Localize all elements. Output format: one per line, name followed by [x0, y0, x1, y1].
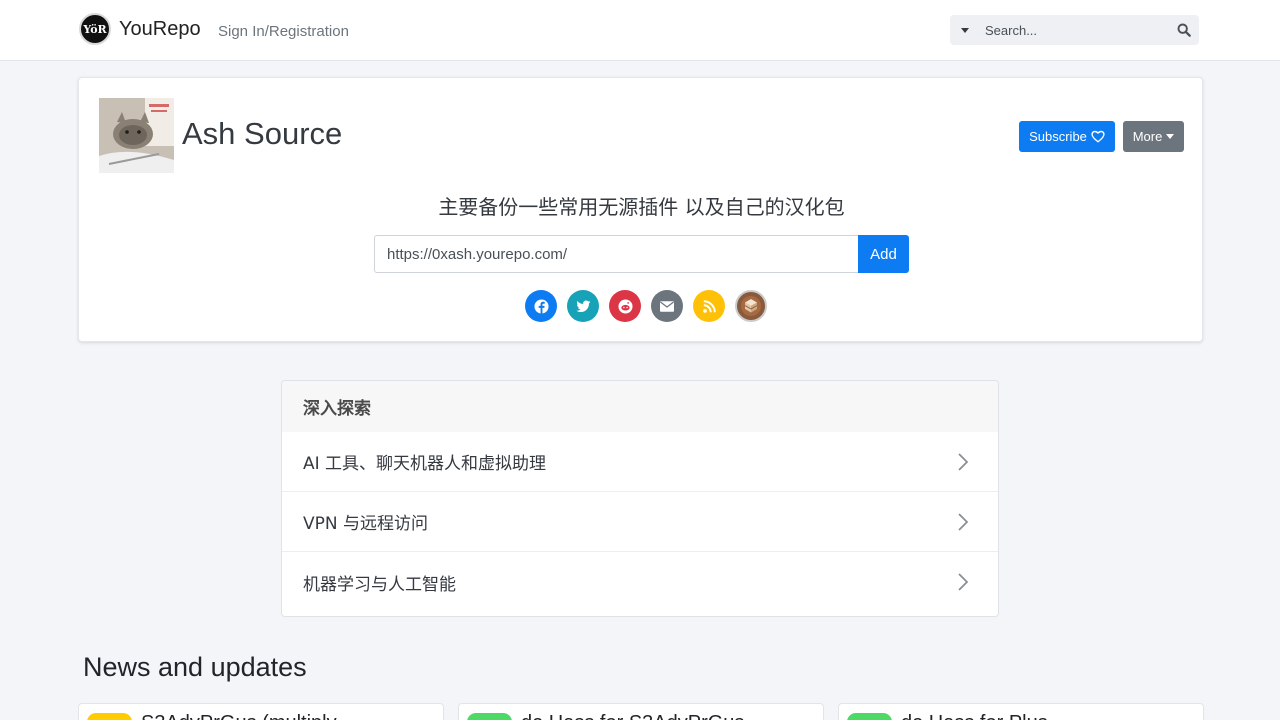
news-section-title: News and updates — [83, 652, 307, 682]
email-share-button[interactable] — [651, 290, 683, 322]
news-card[interactable]: de Hass for S3AdvPrGus — [458, 703, 824, 720]
rss-icon — [702, 299, 716, 313]
search-icon — [1177, 23, 1191, 37]
more-dropdown-button[interactable]: More — [1123, 121, 1184, 152]
reddit-share-button[interactable] — [609, 290, 641, 322]
rss-feed-button[interactable] — [693, 290, 725, 322]
repo-title: Ash Source — [182, 116, 343, 151]
explore-item-label: VPN 与远程访问 — [303, 514, 429, 534]
package-icon — [847, 713, 892, 720]
news-card-title: de Hass for Plus — [901, 712, 1048, 720]
facebook-share-button[interactable] — [525, 290, 557, 322]
caret-down-icon — [961, 27, 969, 33]
explore-item-ai-tools[interactable]: AI 工具、聊天机器人和虚拟助理 — [282, 432, 998, 492]
twitter-share-button[interactable] — [567, 290, 599, 322]
cydia-icon — [741, 296, 761, 316]
search-filter-dropdown[interactable] — [950, 15, 980, 45]
explore-item-label: 机器学习与人工智能 — [303, 574, 456, 595]
brand-name: YouRepo — [119, 17, 201, 40]
share-buttons — [525, 290, 767, 322]
reddit-icon — [617, 298, 633, 314]
envelope-icon — [660, 300, 674, 312]
chevron-right-icon — [958, 573, 968, 591]
more-label: More — [1132, 129, 1163, 144]
heart-icon — [1091, 130, 1105, 143]
signin-link[interactable]: Sign In/Registration — [218, 23, 349, 40]
caret-down-icon — [1166, 134, 1175, 139]
repo-description: 主要备份一些常用无源插件 以及自己的汉化包 — [438, 195, 845, 219]
chevron-right-icon — [958, 512, 968, 531]
add-to-cydia-button[interactable] — [735, 290, 767, 322]
subscribe-button[interactable]: Subscribe — [1019, 121, 1115, 152]
repo-avatar — [99, 98, 174, 173]
search-input[interactable] — [980, 15, 1169, 45]
subscribe-label: Subscribe — [1029, 129, 1087, 144]
brand-link[interactable]: YöR YouRepo — [79, 13, 201, 45]
explore-card: 深入探索 AI 工具、聊天机器人和虚拟助理 VPN 与远程访问 机器学习与人工智… — [281, 380, 999, 617]
repo-url-field[interactable] — [374, 235, 858, 273]
search-button[interactable] — [1169, 15, 1199, 45]
package-icon — [87, 713, 132, 720]
add-repo-button[interactable]: Add — [858, 235, 909, 273]
repo-header-card: Ash Source Subscribe More 主要备份一些常用无源插件 以… — [78, 77, 1203, 342]
explore-header: 深入探索 — [282, 381, 998, 432]
explore-item-vpn[interactable]: VPN 与远程访问 — [282, 492, 998, 552]
top-navbar: YöR YouRepo Sign In/Registration — [0, 0, 1280, 61]
news-card-title: S3AdvPrGus (multiply — [141, 712, 337, 720]
chevron-right-icon — [958, 452, 968, 471]
search-group — [950, 15, 1199, 45]
news-card[interactable]: S3AdvPrGus (multiply — [78, 703, 444, 720]
twitter-icon — [575, 300, 590, 312]
facebook-icon — [533, 298, 549, 314]
explore-item-label: AI 工具、聊天机器人和虚拟助理 — [303, 454, 547, 474]
news-card-title: de Hass for S3AdvPrGus — [521, 712, 744, 720]
package-icon — [467, 713, 512, 720]
yourepo-logo: YöR — [79, 13, 111, 45]
news-card[interactable]: de Hass for Plus — [838, 703, 1204, 720]
repo-url-group: Add — [374, 235, 909, 273]
explore-item-machine-learning[interactable]: 机器学习与人工智能 — [282, 552, 998, 612]
